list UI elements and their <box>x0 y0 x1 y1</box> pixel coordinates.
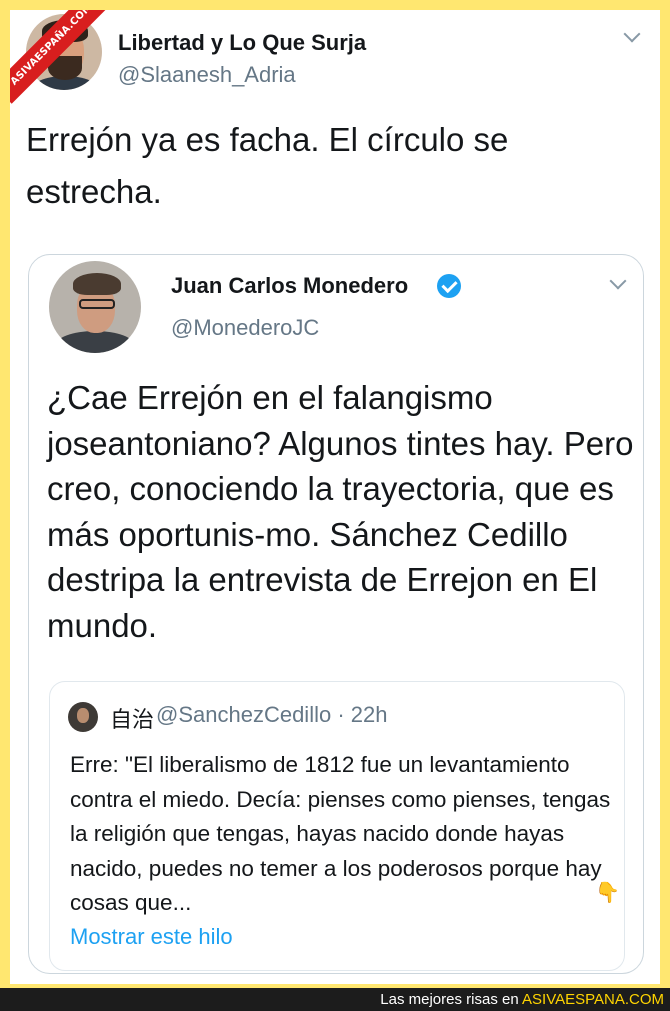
quoted-author-name[interactable]: Juan Carlos Monedero <box>171 273 408 299</box>
nested-quoted-tweet[interactable]: 自治 @SanchezCedillo · 22h Erre: "El liber… <box>49 681 625 971</box>
footer-banner: Las mejores risas en ASIVAESPANA.COM <box>0 988 670 1011</box>
nested-author-name[interactable]: 自治 <box>110 702 154 734</box>
quoted-tweet[interactable]: Juan Carlos Monedero @MonederoJC ¿Cae Er… <box>28 254 644 974</box>
author-handle[interactable]: @Slaanesh_Adria <box>118 62 296 88</box>
tweet-card: ASIVAESPAÑA.COM Libertad y Lo Que Surja … <box>10 10 660 984</box>
chevron-down-icon[interactable] <box>623 25 641 43</box>
footer-brand-link[interactable]: ASIVAESPANA.COM <box>522 991 664 1008</box>
author-name[interactable]: Libertad y Lo Que Surja <box>118 30 366 56</box>
chevron-down-icon[interactable] <box>609 272 627 290</box>
nested-tweet-text: Erre: "El liberalismo de 1812 fue un lev… <box>70 752 611 915</box>
verified-badge-icon <box>437 274 461 298</box>
nested-author-avatar[interactable] <box>68 702 98 732</box>
quoted-tweet-text: ¿Cae Errejón en el falangismo joseantoni… <box>47 379 634 644</box>
tweet-text: Errejón ya es facha. El círculo se estre… <box>26 121 509 210</box>
footer-prefix: Las mejores risas en <box>380 991 523 1008</box>
quoted-author-handle[interactable]: @MonederoJC <box>171 315 319 341</box>
pointing-down-emoji-icon: 👇 <box>595 882 620 904</box>
nested-author-handle[interactable]: @SanchezCedillo · 22h <box>156 702 387 728</box>
show-thread-link[interactable]: Mostrar este hilo <box>70 924 233 950</box>
quoted-author-avatar[interactable] <box>49 261 141 353</box>
